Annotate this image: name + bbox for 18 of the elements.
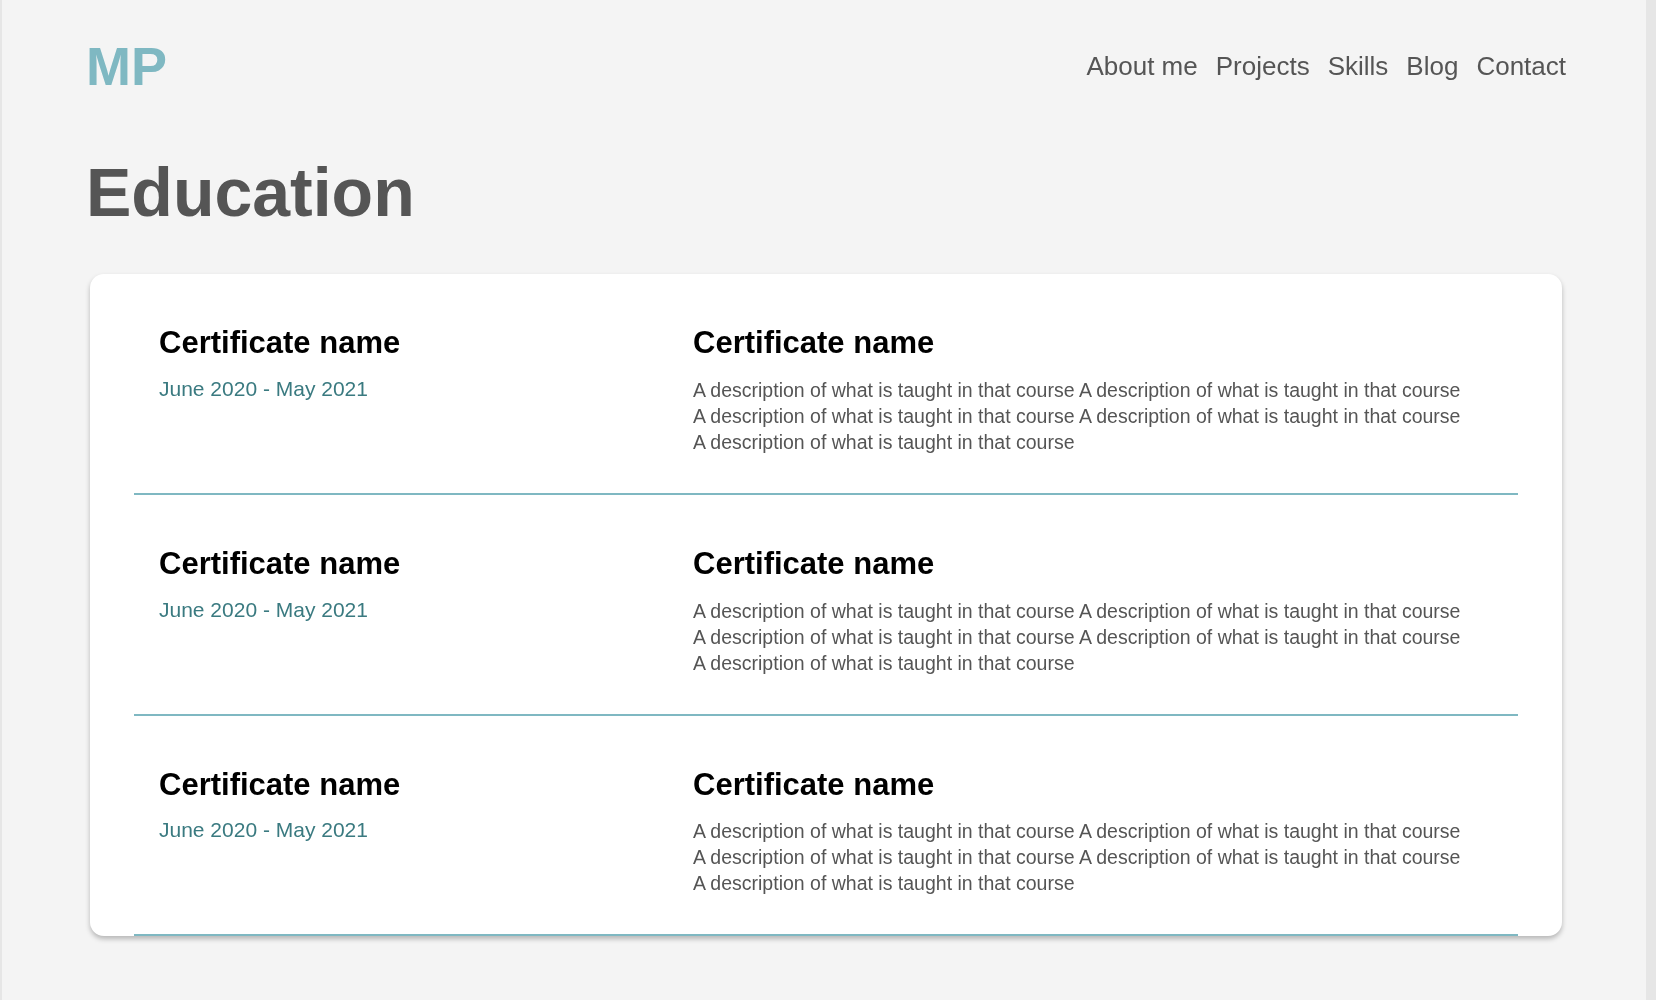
page-heading: Education	[86, 158, 416, 226]
course-description: A description of what is taught in that course A description of what is taught in that course A description of what is taught in that course A description of what is taught in that course A description of what is taught in that course	[693, 598, 1462, 676]
nav-link[interactable]: Projects	[1215, 46, 1310, 86]
certificate-title: Certificate name	[693, 544, 936, 583]
nav-link[interactable]: About me	[1086, 46, 1198, 86]
nav-link[interactable]: Blog	[1406, 46, 1459, 86]
certificate-name: Certificate name	[159, 324, 402, 362]
date-range: June 2020 - May 2021	[159, 817, 369, 844]
nav-link[interactable]: Skills	[1327, 46, 1389, 86]
course-description: A description of what is taught in that course A description of what is taught in that course A description of what is taught in that course A description of what is taught in that course A description of what is taught in that course	[693, 819, 1462, 897]
date-range: June 2020 - May 2021	[159, 375, 369, 402]
nav-link[interactable]: Contact	[1476, 46, 1566, 86]
certificate-title: Certificate name	[693, 765, 936, 804]
certificate-title: Certificate name	[693, 324, 936, 362]
certificate-name: Certificate name	[159, 544, 402, 583]
certificate-name: Certificate name	[159, 765, 402, 804]
course-description: A description of what is taught in that course A description of what is taught in that course A description of what is taught in that course A description of what is taught in that course A description of what is taught in that course	[693, 377, 1462, 455]
date-range: June 2020 - May 2021	[159, 596, 369, 623]
